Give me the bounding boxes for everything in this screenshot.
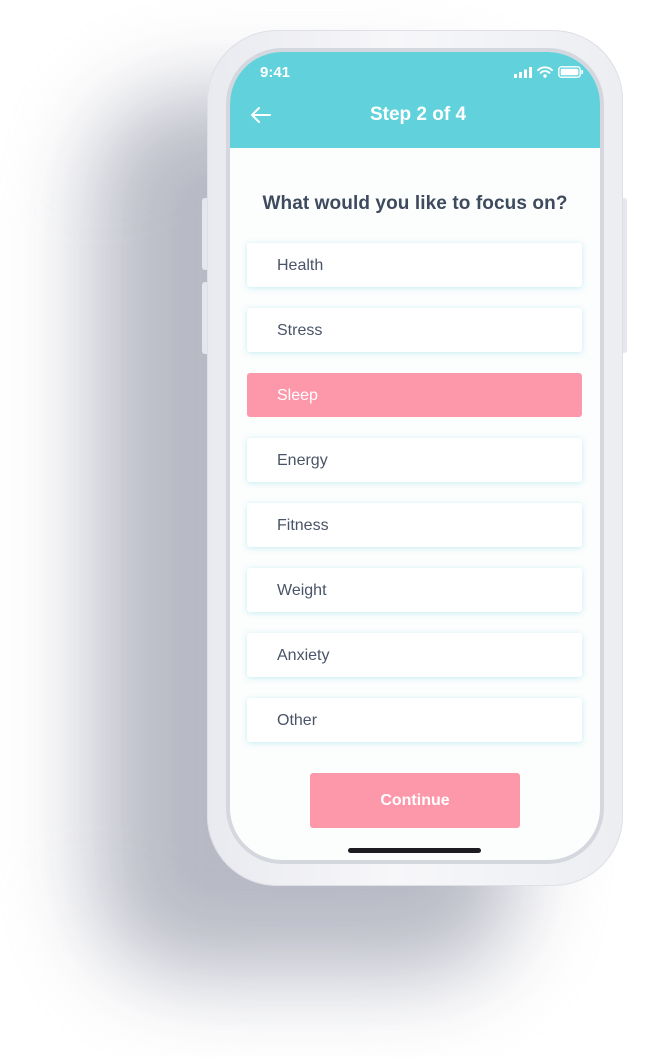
wifi-icon bbox=[537, 66, 553, 78]
option-label: Anxiety bbox=[277, 647, 330, 664]
option-label: Sleep bbox=[277, 387, 318, 404]
header: 9:41 Step 2 of 4 bbox=[230, 52, 600, 148]
phone-screen: 9:41 Step 2 of 4 What would you like to … bbox=[230, 52, 600, 860]
option-sleep[interactable]: Sleep bbox=[247, 373, 582, 417]
status-icons bbox=[514, 66, 584, 78]
battery-icon bbox=[558, 66, 584, 78]
option-health[interactable]: Health bbox=[247, 243, 582, 287]
option-label: Stress bbox=[277, 322, 323, 339]
option-fitness[interactable]: Fitness bbox=[247, 503, 582, 547]
question-heading: What would you like to focus on? bbox=[262, 193, 568, 214]
option-label: Health bbox=[277, 257, 324, 274]
home-indicator bbox=[348, 848, 481, 853]
option-energy[interactable]: Energy bbox=[247, 438, 582, 482]
continue-button[interactable]: Continue bbox=[310, 773, 520, 828]
option-label: Other bbox=[277, 712, 318, 729]
focus-options-list: Health Stress Sleep Energy Fitness Weigh… bbox=[247, 243, 582, 763]
header-title: Step 2 of 4 bbox=[369, 104, 467, 125]
option-stress[interactable]: Stress bbox=[247, 308, 582, 352]
status-time: 9:41 bbox=[260, 64, 291, 81]
page: 9:41 Step 2 of 4 What would you like to … bbox=[0, 0, 659, 1057]
option-label: Fitness bbox=[277, 517, 329, 534]
option-label: Energy bbox=[277, 452, 328, 469]
option-other[interactable]: Other bbox=[247, 698, 582, 742]
option-anxiety[interactable]: Anxiety bbox=[247, 633, 582, 677]
option-weight[interactable]: Weight bbox=[247, 568, 582, 612]
option-label: Weight bbox=[277, 582, 327, 599]
signal-icon bbox=[514, 66, 532, 78]
